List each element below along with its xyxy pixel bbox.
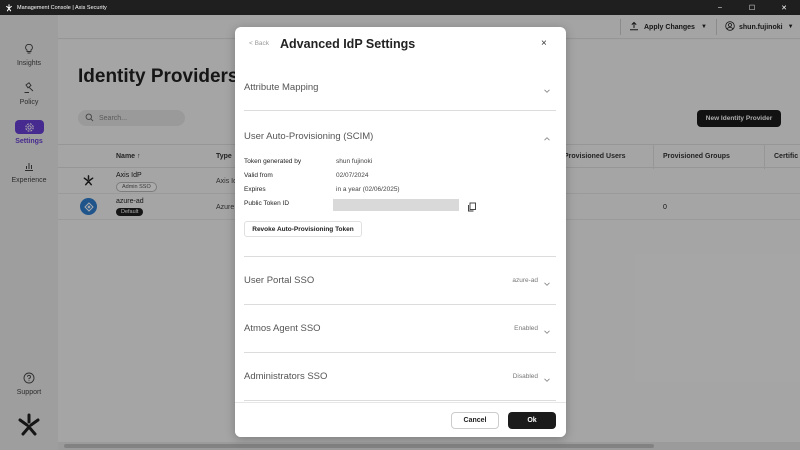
chevron-down-icon <box>542 83 552 93</box>
token-generated-by-label: Token generated by <box>244 158 302 165</box>
section-title: Attribute Mapping <box>244 82 319 93</box>
token-generated-by-value: shun fujinoki <box>336 158 373 165</box>
dialog-title: Advanced IdP Settings <box>280 37 416 51</box>
section-title: Atmos Agent SSO <box>244 323 321 334</box>
section-value: Enabled <box>514 325 538 332</box>
minimize-button[interactable]: – <box>704 0 736 15</box>
window-controls: – ☐ ✕ <box>704 0 800 15</box>
axis-logo-icon <box>4 3 13 12</box>
close-window-button[interactable]: ✕ <box>768 0 800 15</box>
chevron-down-icon <box>542 324 552 334</box>
section-attribute-mapping[interactable]: Attribute Mapping <box>244 71 556 111</box>
ok-button[interactable]: Ok <box>508 412 556 429</box>
expires-label: Expires <box>244 186 266 193</box>
valid-from-value: 02/07/2024 <box>336 172 369 179</box>
chevron-down-icon <box>542 276 552 286</box>
advanced-idp-settings-dialog: < Back Advanced IdP Settings × Attribute… <box>235 27 566 437</box>
title-bar: Management Console | Axis Security – ☐ ✕ <box>0 0 800 15</box>
maximize-button[interactable]: ☐ <box>736 0 768 15</box>
public-token-id-field[interactable] <box>333 199 459 211</box>
expires-value: in a year (02/06/2025) <box>336 186 400 193</box>
close-icon[interactable]: × <box>541 38 547 49</box>
cancel-button[interactable]: Cancel <box>451 412 499 429</box>
window-title: Management Console | Axis Security <box>17 4 107 11</box>
section-title[interactable]: User Auto-Provisioning (SCIM) <box>244 131 373 142</box>
section-atmos-agent-sso[interactable]: Atmos Agent SSO Enabled <box>244 305 556 353</box>
section-title: Administrators SSO <box>244 371 328 382</box>
valid-from-label: Valid from <box>244 172 273 179</box>
chevron-up-icon[interactable] <box>542 131 552 141</box>
chevron-down-icon <box>542 372 552 382</box>
section-user-portal-sso[interactable]: User Portal SSO azure-ad <box>244 257 556 305</box>
section-administrators-sso[interactable]: Administrators SSO Disabled <box>244 353 556 401</box>
dialog-footer: Cancel Ok <box>235 402 566 437</box>
section-value: Disabled <box>512 373 538 380</box>
public-token-id-label: Public Token ID <box>244 200 290 207</box>
section-title: User Portal SSO <box>244 275 315 286</box>
section-value: azure-ad <box>512 277 538 284</box>
revoke-token-button[interactable]: Revoke Auto-Provisioning Token <box>244 221 362 237</box>
copy-icon[interactable] <box>467 199 477 212</box>
back-link[interactable]: < Back <box>249 40 269 47</box>
